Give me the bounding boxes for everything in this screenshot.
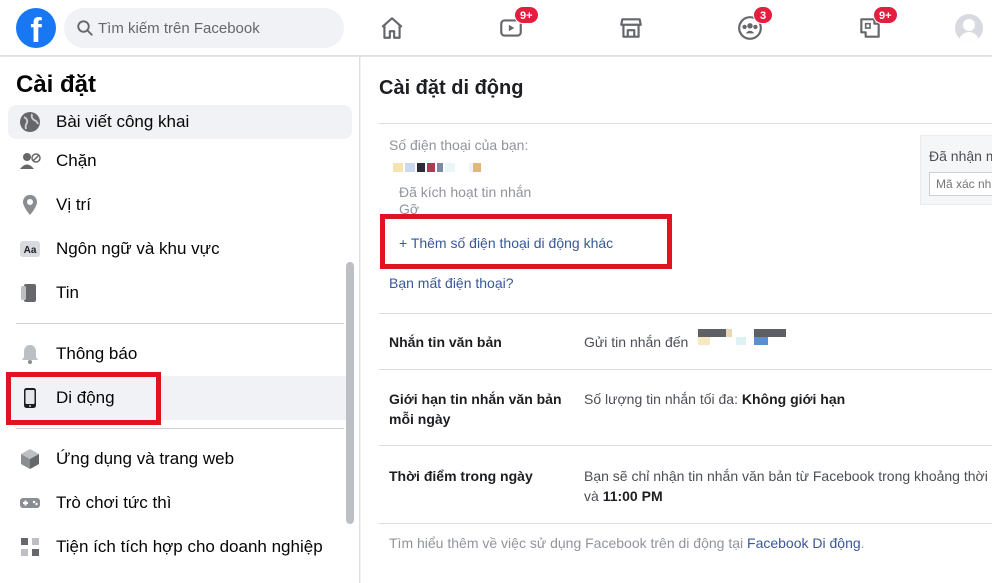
facebook-mobile-link[interactable]: Facebook Di động xyxy=(747,535,861,551)
footer-text: Tìm hiểu thêm về việc sử dụng Facebook t… xyxy=(389,535,748,551)
title-divider xyxy=(379,123,992,124)
sidebar-item-notifications[interactable]: Thông báo xyxy=(8,332,352,376)
highlight-mobile-item xyxy=(6,372,161,425)
time-of-day-text: Bạn sẽ chỉ nhận tin nhắn văn bản từ Face… xyxy=(584,468,992,484)
sidebar-item-label: Vị trí xyxy=(56,195,91,214)
sidebar-item-apps-websites[interactable]: Ứng dụng và trang web xyxy=(8,437,352,481)
sidebar-item-label: Tin xyxy=(56,283,79,302)
lost-phone-link[interactable]: Bạn mất điện thoại? xyxy=(389,275,514,291)
location-pin-icon xyxy=(16,191,44,219)
settings-menu: Bài viết công khai Chặn Vị trí Aa Ngôn n… xyxy=(8,105,352,569)
sidebar-item-location[interactable]: Vị trí xyxy=(8,183,352,227)
sidebar-divider xyxy=(16,323,344,324)
gamepad-icon xyxy=(16,489,44,517)
sidebar-item-label: Bài viết công khai xyxy=(56,112,190,131)
business-integration-icon xyxy=(16,533,44,561)
sms-row-value: Gửi tin nhắn đến xyxy=(584,332,992,352)
bell-icon xyxy=(16,340,44,368)
nav-watch[interactable]: 9+ xyxy=(488,6,539,48)
sidebar-item-instant-games[interactable]: Trò chơi tức thì xyxy=(8,481,352,525)
globe-icon xyxy=(16,108,44,136)
search-bar[interactable] xyxy=(64,8,344,48)
search-icon xyxy=(77,20,93,36)
verification-code-input[interactable] xyxy=(929,172,992,196)
apps-cube-icon xyxy=(16,445,44,473)
daily-limit-row-label: Giới hạn tin nhắn văn bản mỗi ngày xyxy=(389,391,562,427)
sidebar-item-stories[interactable]: Tin xyxy=(8,271,352,315)
watch-badge: 9+ xyxy=(514,6,539,24)
sms-activated-status: Đã kích hoạt tin nhắn xyxy=(399,184,532,200)
nav-gaming[interactable]: 9+ xyxy=(847,6,898,48)
section-divider xyxy=(379,445,992,446)
sidebar-item-public-posts[interactable]: Bài viết công khai xyxy=(8,105,352,139)
sidebar-item-label: Tiện ích tích hợp cho doanh nghiệp xyxy=(56,537,323,556)
nav-home[interactable] xyxy=(369,8,415,48)
home-icon xyxy=(381,17,403,39)
daily-limit-prefix: Số lượng tin nhắn tối đa: xyxy=(584,391,742,407)
nav-marketplace[interactable] xyxy=(608,8,654,48)
highlight-add-phone xyxy=(380,214,672,269)
phone-number-label: Số điện thoại của bạn: xyxy=(389,137,529,153)
sidebar-title: Cài đặt xyxy=(16,71,97,98)
footer-end: . xyxy=(860,535,865,551)
sidebar-item-language[interactable]: Aa Ngôn ngữ và khu vực xyxy=(8,227,352,271)
verification-box: Đã nhận mã xyxy=(920,135,992,205)
time-of-day-end: 11:00 PM xyxy=(602,488,663,504)
sms-row-text: Gửi tin nhắn đến xyxy=(584,334,689,350)
settings-sidebar: Cài đặt Bài viết công khai Chặn Vị trí A… xyxy=(0,57,360,583)
time-of-day-row-label: Thời điểm trong ngày xyxy=(389,468,533,484)
language-icon: Aa xyxy=(16,235,44,263)
section-divider xyxy=(379,313,992,314)
svg-text:Aa: Aa xyxy=(24,245,37,256)
sidebar-item-label: Ngôn ngữ và khu vực xyxy=(56,239,220,258)
section-divider xyxy=(379,523,992,524)
gaming-badge: 9+ xyxy=(873,6,898,24)
sidebar-item-label: Thông báo xyxy=(56,344,138,363)
groups-badge: 3 xyxy=(753,6,773,24)
sidebar-item-block[interactable]: Chặn xyxy=(8,139,352,183)
sidebar-item-label: Trò chơi tức thì xyxy=(56,493,172,512)
sidebar-item-label: Chặn xyxy=(56,151,97,170)
store-icon xyxy=(620,18,642,38)
nav-groups[interactable]: 3 xyxy=(727,6,773,48)
search-input[interactable] xyxy=(98,8,338,48)
time-of-day-row-value-line2: và 11:00 PM xyxy=(584,486,992,506)
mobile-settings-panel: Cài đặt di động Số điện thoại của bạn: Đ… xyxy=(361,57,992,583)
daily-limit-row-value: Số lượng tin nhắn tối đa: Không giới hạn xyxy=(584,389,992,409)
logo-letter: f xyxy=(30,12,42,48)
daily-limit-value: Không giới hạn xyxy=(741,391,846,407)
footer-note: Tìm hiểu thêm về việc sử dụng Facebook t… xyxy=(389,535,865,551)
sidebar-item-business-integrations[interactable]: Tiện ích tích hợp cho doanh nghiệp xyxy=(8,525,352,569)
stories-icon xyxy=(16,279,44,307)
profile-avatar[interactable] xyxy=(955,14,983,42)
page-title: Cài đặt di động xyxy=(379,77,524,99)
section-divider xyxy=(379,369,992,370)
time-of-day-and: và xyxy=(584,488,603,504)
facebook-logo-icon[interactable]: f xyxy=(16,8,56,48)
block-user-icon xyxy=(16,147,44,175)
verification-label: Đã nhận mã xyxy=(929,148,992,164)
sidebar-item-label: Ứng dụng và trang web xyxy=(56,449,235,468)
sms-row-label: Nhắn tin văn bản xyxy=(389,334,502,350)
sidebar-divider xyxy=(16,428,344,429)
sidebar-scrollbar[interactable] xyxy=(346,262,354,524)
time-of-day-row-value: Bạn sẽ chỉ nhận tin nhắn văn bản từ Face… xyxy=(584,466,992,486)
top-navigation-bar: f 9+ 3 9+ xyxy=(0,0,992,56)
